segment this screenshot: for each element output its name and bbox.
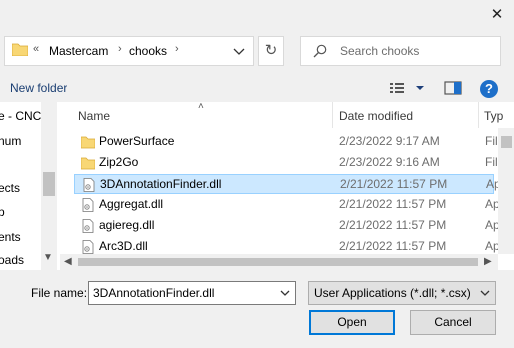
nav-item[interactable]: oads: [0, 253, 24, 267]
file-name: PowerSurface: [99, 134, 175, 148]
column-divider[interactable]: [478, 102, 479, 128]
breadcrumb-mastercam[interactable]: Mastercam: [49, 44, 108, 58]
file-row[interactable]: PowerSurface 2/23/2022 9:17 AM Fil: [74, 132, 498, 152]
file-row[interactable]: Zip2Go 2/23/2022 9:16 AM Fil: [74, 153, 498, 173]
preview-pane-icon[interactable]: [444, 80, 462, 96]
chevron-down-icon[interactable]: [231, 43, 247, 59]
help-icon[interactable]: ?: [480, 80, 498, 98]
file-name-input[interactable]: 3DAnnotationFinder.dll: [88, 281, 296, 305]
chevron-down-icon: [480, 290, 490, 296]
nav-item[interactable]: ents: [0, 230, 21, 244]
dll-file-icon: [82, 198, 94, 212]
dll-file-icon: [83, 178, 95, 192]
file-type-value: User Applications (*.dll; *.csx): [314, 286, 471, 300]
file-date: 2/21/2022 11:57 PM: [339, 218, 447, 232]
file-name: Arc3D.dll: [99, 239, 148, 253]
vertical-scrollbar-thumb[interactable]: [501, 136, 512, 148]
file-date: 2/23/2022 9:16 AM: [339, 155, 440, 169]
view-options-icon[interactable]: [389, 80, 427, 96]
file-name: 3DAnnotationFinder.dll: [100, 177, 222, 191]
column-divider[interactable]: [332, 102, 333, 128]
column-header-date[interactable]: Date modified: [339, 109, 413, 123]
address-bar[interactable]: « Mastercam › chooks ›: [4, 36, 254, 66]
search-input[interactable]: Search chooks: [340, 44, 419, 58]
column-header-type[interactable]: Typ: [484, 109, 503, 123]
file-name-label: File name:: [31, 286, 88, 300]
nav-item[interactable]: ects: [0, 181, 20, 195]
file-date: 2/21/2022 11:57 PM: [340, 177, 448, 191]
file-date: 2/21/2022 11:57 PM: [339, 239, 447, 253]
dll-file-icon: [82, 240, 94, 254]
chevron-down-icon[interactable]: [279, 286, 291, 300]
file-date: 2/21/2022 11:57 PM: [339, 197, 447, 211]
file-list[interactable]: ˄ Name Date modified Typ PowerSurface 2/2…: [60, 102, 514, 270]
refresh-button[interactable]: ↻: [258, 36, 284, 66]
nav-scrollbar-thumb[interactable]: [43, 172, 55, 196]
file-type-select[interactable]: User Applications (*.dll; *.csx): [308, 281, 496, 305]
file-name-value: 3DAnnotationFinder.dll: [93, 286, 215, 300]
sort-ascending-icon: ˄: [198, 102, 204, 112]
file-row[interactable]: agiereg.dll 2/21/2022 11:57 PM Ap: [74, 216, 500, 236]
scroll-down-icon[interactable]: ▼: [43, 252, 53, 263]
column-header-name[interactable]: Name: [78, 109, 110, 123]
address-overflow-chevron[interactable]: «: [33, 43, 39, 55]
search-icon: [313, 44, 327, 58]
breadcrumb-separator-icon[interactable]: ›: [118, 43, 122, 55]
nav-item[interactable]: e - CNC: [0, 109, 41, 123]
scroll-left-icon[interactable]: ◀: [64, 256, 72, 267]
folder-icon: [81, 157, 95, 170]
search-box[interactable]: Search chooks: [300, 36, 501, 66]
file-name: Aggregat.dll: [99, 197, 164, 211]
nav-item[interactable]: p: [0, 205, 5, 219]
open-button[interactable]: Open: [309, 310, 395, 335]
file-row[interactable]: Aggregat.dll 2/21/2022 11:57 PM Ap: [74, 195, 500, 215]
file-date: 2/23/2022 9:17 AM: [339, 134, 440, 148]
file-row[interactable]: 3DAnnotationFinder.dll 2/21/2022 11:57 PM…: [74, 174, 501, 194]
dll-file-icon: [82, 219, 94, 233]
new-folder-button[interactable]: New folder: [10, 81, 67, 95]
file-name: agiereg.dll: [99, 218, 155, 232]
horizontal-scrollbar-thumb[interactable]: [78, 258, 478, 266]
breadcrumb-separator-icon[interactable]: ›: [175, 43, 179, 55]
scroll-right-icon[interactable]: ▶: [484, 256, 492, 267]
navigation-pane[interactable]: e - CNC num ects p ents oads ▼: [0, 102, 60, 270]
close-button[interactable]: ✕: [484, 4, 510, 26]
nav-item[interactable]: num: [0, 134, 21, 148]
folder-icon: [81, 136, 95, 149]
refresh-icon: ↻: [264, 42, 278, 59]
breadcrumb-chooks[interactable]: chooks: [129, 44, 167, 58]
cancel-button[interactable]: Cancel: [410, 310, 496, 335]
folder-icon: [12, 43, 28, 56]
file-name: Zip2Go: [99, 155, 139, 169]
